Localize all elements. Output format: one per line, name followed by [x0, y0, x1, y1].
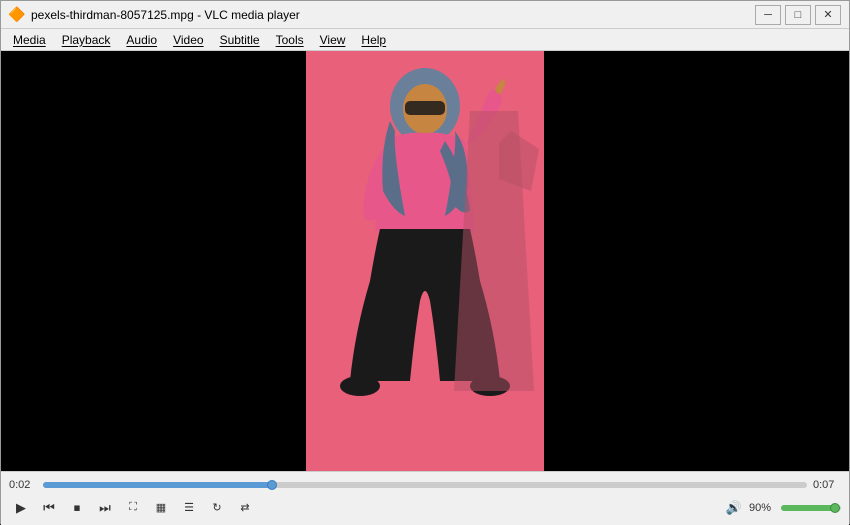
video-frame[interactable]: [306, 51, 544, 471]
time-current: 0:02: [9, 479, 37, 491]
progress-fill: [43, 482, 272, 488]
close-button[interactable]: ✕: [815, 5, 841, 25]
progress-thumb: [267, 480, 277, 490]
next-button[interactable]: ⏭: [93, 497, 117, 519]
menu-bar: Media Playback Audio Video Subtitle Tool…: [1, 29, 849, 51]
menu-tools[interactable]: Tools: [268, 31, 312, 49]
menu-playback[interactable]: Playback: [54, 31, 119, 49]
prev-button[interactable]: ⏮: [37, 497, 61, 519]
volume-area: 🔊 90%: [723, 497, 841, 519]
buttons-row: ▶ ⏮ ⏹ ⏭ ⛶ ▦ ☰ ↻ ⇄ 🔊 90%: [9, 497, 841, 519]
loop-button[interactable]: ↻: [205, 497, 229, 519]
menu-subtitle[interactable]: Subtitle: [212, 31, 268, 49]
title-bar: 🔶 pexels-thirdman-8057125.mpg - VLC medi…: [1, 1, 849, 29]
video-letterbox-right: [544, 51, 849, 471]
volume-thumb: [830, 503, 840, 513]
stop-button[interactable]: ⏹: [65, 497, 89, 519]
window-controls: ─ □ ✕: [755, 5, 841, 25]
window-title: pexels-thirdman-8057125.mpg - VLC media …: [31, 8, 755, 22]
volume-fill: [781, 505, 835, 511]
maximize-button[interactable]: □: [785, 5, 811, 25]
controls-area: 0:02 0:07 ▶ ⏮ ⏹ ⏭ ⛶ ▦ ☰ ↻ ⇄ 🔊 90%: [1, 471, 849, 525]
random-button[interactable]: ⇄: [233, 497, 257, 519]
video-area: [1, 51, 849, 471]
volume-slider[interactable]: [781, 505, 841, 511]
playlist-button[interactable]: ☰: [177, 497, 201, 519]
menu-help[interactable]: Help: [353, 31, 394, 49]
menu-video[interactable]: Video: [165, 31, 211, 49]
video-scene: [306, 51, 544, 471]
volume-percent: 90%: [749, 502, 777, 514]
video-letterbox-left: [1, 51, 306, 471]
app-icon: 🔶: [9, 7, 25, 23]
menu-media[interactable]: Media: [5, 31, 54, 49]
minimize-button[interactable]: ─: [755, 5, 781, 25]
time-total: 0:07: [813, 479, 841, 491]
progress-bar[interactable]: [43, 482, 807, 488]
menu-audio[interactable]: Audio: [118, 31, 165, 49]
volume-icon-button[interactable]: 🔊: [723, 497, 745, 519]
progress-row: 0:02 0:07: [9, 479, 841, 491]
extended-settings-button[interactable]: ▦: [149, 497, 173, 519]
fullscreen-button[interactable]: ⛶: [121, 497, 145, 519]
play-button[interactable]: ▶: [9, 497, 33, 519]
menu-view[interactable]: View: [312, 31, 354, 49]
